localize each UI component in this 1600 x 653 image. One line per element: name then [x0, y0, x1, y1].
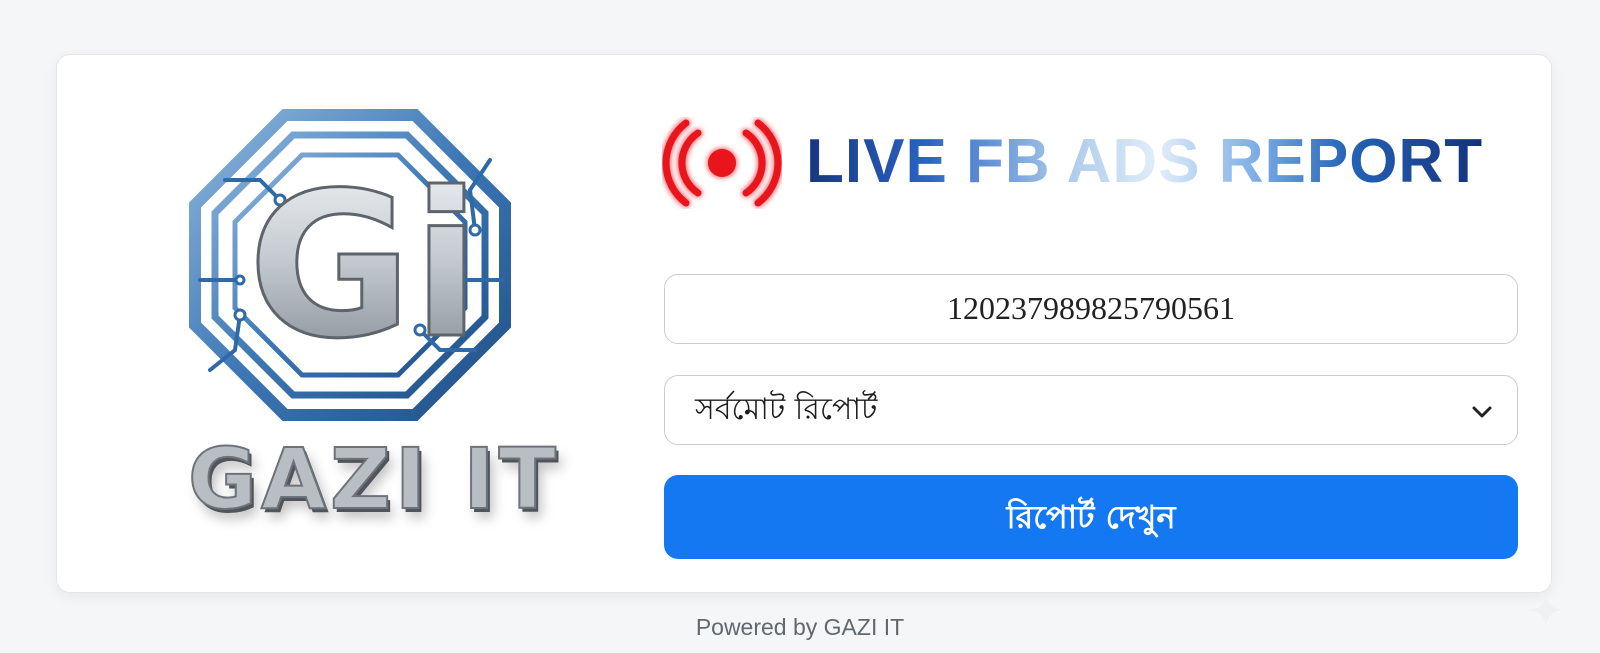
chevron-down-icon [1469, 398, 1495, 424]
powered-by-footer: Powered by GAZI IT [695, 614, 905, 640]
page-title: LIVE FB ADS REPORT [806, 124, 1483, 200]
view-report-button[interactable]: রিপোর্ট দেখুন [664, 475, 1518, 559]
live-broadcast-icon [662, 117, 782, 209]
ad-account-id-input[interactable]: 120237989825790561 [664, 274, 1518, 344]
report-type-selected: সর্বমোট রিপোর্ট [695, 391, 878, 427]
report-type-select[interactable]: সর্বমোট রিপোর্ট [664, 375, 1518, 445]
logo-monogram: Gi [248, 150, 481, 383]
sparkle-icon [1526, 590, 1566, 630]
brand-name: GAZI IT [187, 429, 560, 529]
